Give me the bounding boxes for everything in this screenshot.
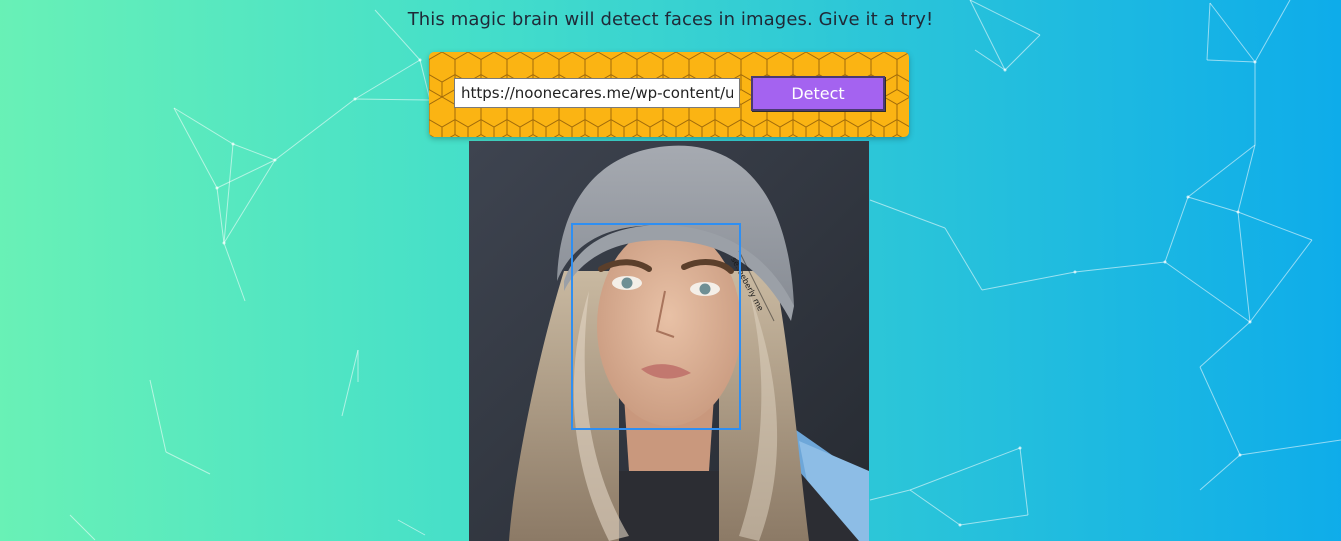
face-bounding-box xyxy=(571,223,741,430)
image-link-form: Detect xyxy=(429,52,909,137)
detect-button[interactable]: Detect xyxy=(751,76,885,111)
image-url-input[interactable] xyxy=(454,78,740,108)
page-tagline: This magic brain will detect faces in im… xyxy=(407,9,934,30)
